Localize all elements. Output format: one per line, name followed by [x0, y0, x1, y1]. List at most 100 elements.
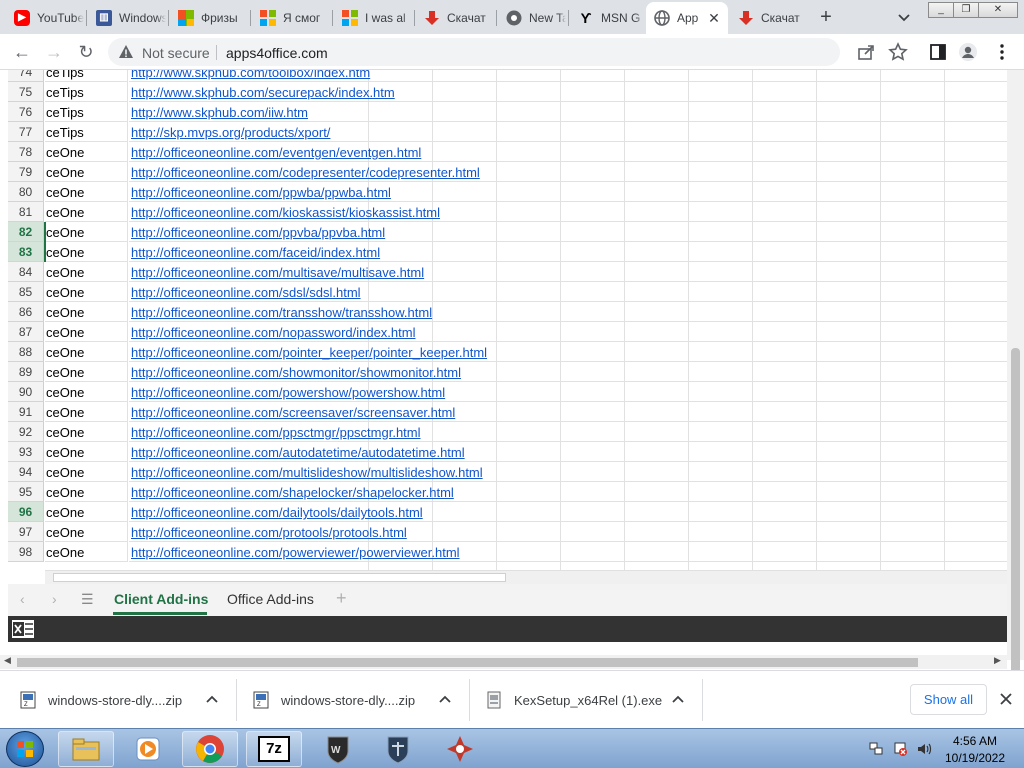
cell-url[interactable]: http://officeoneonline.com/eventgen/even… — [129, 142, 1007, 162]
cell-url[interactable]: http://www.skphub.com/securepack/index.h… — [129, 82, 1007, 102]
table-row[interactable]: 89 ceOne http://officeoneonline.com/showmo… — [8, 362, 1007, 382]
table-row[interactable]: 78 ceOne http://officeoneonline.com/eventg… — [8, 142, 1007, 162]
table-row[interactable]: 97 ceOne http://officeoneonline.com/protoo… — [8, 522, 1007, 542]
cell-url[interactable]: http://officeoneonline.com/kioskassist/k… — [129, 202, 1007, 222]
table-row[interactable]: 84 ceOne http://officeoneonline.com/multis… — [8, 262, 1007, 282]
tab-office-add-ins[interactable]: Office Add-ins — [227, 591, 314, 607]
row-number[interactable]: 92 — [8, 422, 44, 442]
profile-avatar-icon[interactable] — [958, 42, 978, 62]
cell-publisher[interactable]: ceOne — [45, 302, 128, 322]
download-item[interactable]: Z windows-store-dly....zip — [253, 671, 415, 729]
cell-publisher[interactable]: ceOne — [45, 442, 128, 462]
prev-sheet-icon[interactable]: ‹ — [20, 591, 25, 607]
cell-url[interactable]: http://officeoneonline.com/dailytools/da… — [129, 502, 1007, 522]
table-row[interactable]: 91 ceOne http://officeoneonline.com/screen… — [8, 402, 1007, 422]
chevron-up-icon[interactable] — [437, 691, 453, 707]
row-number[interactable]: 78 — [8, 142, 44, 162]
close-window-button[interactable]: ✕ — [978, 2, 1018, 18]
table-row[interactable]: 81 ceOne http://officeoneonline.com/kioska… — [8, 202, 1007, 222]
cell-url[interactable]: http://officeoneonline.com/ppsctmgr/ppsc… — [129, 422, 1007, 442]
page-horizontal-scrollbar[interactable]: ◀ ▶ — [0, 655, 1007, 669]
tab-msn[interactable]: ϒ MSN G — [570, 4, 644, 31]
url-link[interactable]: http://officeoneonline.com/dailytools/da… — [131, 502, 423, 523]
cell-url[interactable]: http://officeoneonline.com/powerviewer/p… — [129, 542, 1007, 562]
tab-youtube[interactable]: ▶ YouTube — [6, 4, 84, 31]
url-link[interactable]: http://officeoneonline.com/screensaver/s… — [131, 402, 455, 423]
table-row[interactable]: 83 ceOne http://officeoneonline.com/faceid… — [8, 242, 1007, 262]
url-link[interactable]: http://officeoneonline.com/ppsctmgr/ppsc… — [131, 422, 421, 443]
row-number[interactable]: 84 — [8, 262, 44, 282]
table-row[interactable]: 85 ceOne http://officeoneonline.com/sdsl/s… — [8, 282, 1007, 302]
row-number[interactable]: 77 — [8, 122, 44, 142]
close-icon[interactable] — [998, 691, 1014, 707]
table-row[interactable]: 86 ceOne http://officeoneonline.com/transs… — [8, 302, 1007, 322]
url-link[interactable]: http://officeoneonline.com/codepresenter… — [131, 162, 480, 183]
row-number[interactable]: 94 — [8, 462, 44, 482]
cell-url[interactable]: http://officeoneonline.com/multisave/mul… — [129, 262, 1007, 282]
row-number[interactable]: 75 — [8, 82, 44, 102]
cell-publisher[interactable]: ceOne — [45, 202, 128, 222]
row-number[interactable]: 81 — [8, 202, 44, 222]
table-row[interactable]: 98 ceOne http://officeoneonline.com/powerv… — [8, 542, 1007, 562]
cell-publisher[interactable]: ceOne — [45, 242, 128, 262]
table-row[interactable]: 92 ceOne http://officeoneonline.com/ppsctm… — [8, 422, 1007, 442]
cell-publisher[interactable]: ceOne — [45, 522, 128, 542]
tab-apps4office[interactable]: App ✕ — [646, 2, 728, 34]
download-item[interactable]: KexSetup_x64Rel (1).exe — [486, 671, 662, 729]
cell-publisher[interactable]: ceTips — [45, 82, 128, 102]
table-row[interactable]: 75 ceTips http://www.skphub.com/securepack… — [8, 82, 1007, 102]
url-link[interactable]: http://officeoneonline.com/pointer_keepe… — [131, 342, 487, 363]
url-link[interactable]: http://officeoneonline.com/shapelocker/s… — [131, 482, 454, 503]
cell-url[interactable]: http://officeoneonline.com/screensaver/s… — [129, 402, 1007, 422]
url-link[interactable]: http://officeoneonline.com/multisave/mul… — [131, 262, 424, 283]
minimize-button[interactable]: _ — [928, 2, 954, 18]
vertical-scroll-thumb[interactable] — [1011, 348, 1020, 708]
explorer-icon[interactable] — [58, 731, 114, 767]
chevron-up-icon[interactable] — [204, 691, 220, 707]
tab-client-add-ins[interactable]: Client Add-ins — [114, 591, 208, 607]
row-number[interactable]: 91 — [8, 402, 44, 422]
back-arrow-icon[interactable]: ← — [12, 42, 32, 62]
network-icon[interactable] — [868, 741, 884, 757]
row-number[interactable]: 97 — [8, 522, 44, 542]
table-row[interactable]: 77 ceTips http://skp.mvps.org/products/xpo… — [8, 122, 1007, 142]
url-link[interactable]: http://officeoneonline.com/transshow/tra… — [131, 302, 432, 323]
side-panel-icon[interactable] — [928, 42, 948, 62]
add-sheet-icon[interactable]: + — [336, 588, 347, 609]
cell-url[interactable]: http://officeoneonline.com/ppvba/ppvba.h… — [129, 222, 1007, 242]
spreadsheet-grid[interactable]: 74 ceTips http://www.skphub.com/toolbox/in… — [8, 70, 1007, 570]
cell-publisher[interactable]: ceTips — [45, 102, 128, 122]
row-number[interactable]: 85 — [8, 282, 44, 302]
url-link[interactable]: http://skp.mvps.org/products/xport/ — [131, 122, 330, 143]
cell-publisher[interactable]: ceOne — [45, 402, 128, 422]
table-row[interactable]: 74 ceTips http://www.skphub.com/toolbox/in… — [8, 70, 1007, 82]
row-number[interactable]: 83 — [8, 242, 44, 262]
action-center-icon[interactable] — [892, 741, 908, 757]
media-player-icon[interactable] — [120, 731, 176, 767]
cell-publisher[interactable]: ceOne — [45, 162, 128, 182]
cell-url[interactable]: http://officeoneonline.com/shapelocker/s… — [129, 482, 1007, 502]
cell-publisher[interactable]: ceOne — [45, 422, 128, 442]
cell-publisher[interactable]: ceOne — [45, 282, 128, 302]
cell-url[interactable]: http://officeoneonline.com/pointer_keepe… — [129, 342, 1007, 362]
url-link[interactable]: http://www.skphub.com/iiw.htm — [131, 102, 308, 123]
cell-publisher[interactable]: ceOne — [45, 382, 128, 402]
tab-i-was-al[interactable]: I was al — [334, 4, 412, 31]
row-number[interactable]: 93 — [8, 442, 44, 462]
world-of-warships-icon[interactable] — [370, 731, 426, 767]
wargaming-icon[interactable] — [432, 731, 488, 767]
cell-publisher[interactable]: ceOne — [45, 142, 128, 162]
clock-time[interactable]: 4:56 AM — [940, 734, 1010, 748]
volume-icon[interactable] — [916, 741, 932, 757]
cell-url[interactable]: http://skp.mvps.org/products/xport/ — [129, 122, 1007, 142]
url-link[interactable]: http://officeoneonline.com/faceid/index.… — [131, 242, 380, 263]
row-number[interactable]: 89 — [8, 362, 44, 382]
cell-url[interactable]: http://officeoneonline.com/nopassword/in… — [129, 322, 1007, 342]
cell-publisher[interactable]: ceOne — [45, 502, 128, 522]
row-number[interactable]: 95 — [8, 482, 44, 502]
cell-url[interactable]: http://officeoneonline.com/faceid/index.… — [129, 242, 1007, 262]
url-link[interactable]: http://officeoneonline.com/kioskassist/k… — [131, 202, 440, 223]
new-tab-button[interactable]: + — [816, 7, 836, 28]
table-row[interactable]: 90 ceOne http://officeoneonline.com/powers… — [8, 382, 1007, 402]
warning-triangle-icon[interactable] — [118, 44, 134, 60]
